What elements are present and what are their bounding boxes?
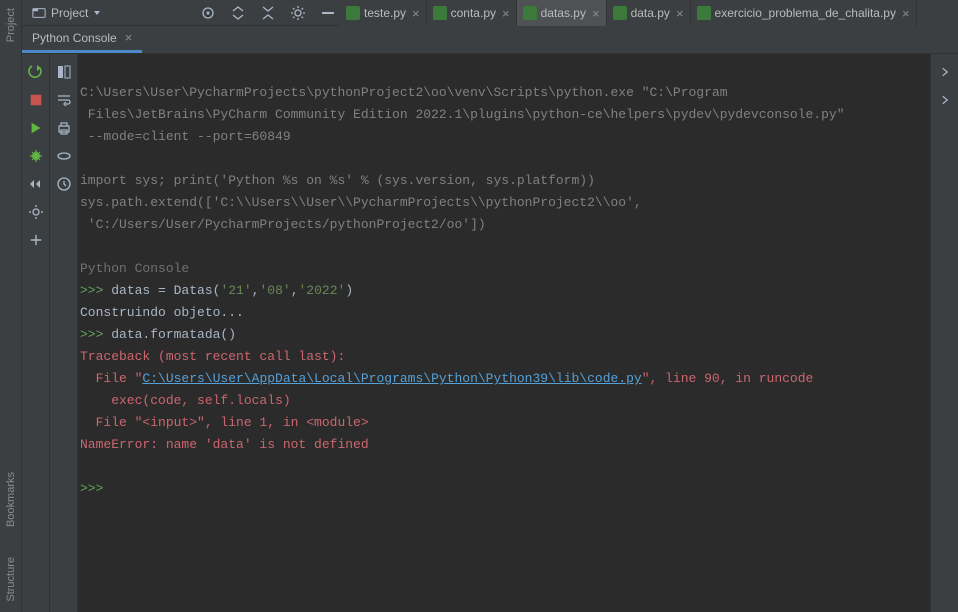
stop-icon[interactable] (28, 92, 44, 108)
close-icon[interactable]: × (676, 6, 684, 21)
project-dropdown[interactable]: Project (22, 0, 111, 26)
chevron-right-icon[interactable] (937, 64, 953, 80)
project-label: Project (51, 6, 88, 20)
python-file-icon (613, 6, 627, 20)
gutter-structure-label[interactable]: Structure (5, 557, 17, 602)
console-line: C:\Users\User\PycharmProjects\pythonProj… (80, 85, 728, 100)
left-tool-gutter: Project Bookmarks Structure (0, 0, 22, 612)
tab-conta[interactable]: conta.py × (427, 0, 517, 26)
python-console-tab[interactable]: Python Console × (22, 25, 142, 53)
print-icon[interactable] (56, 120, 72, 136)
close-icon[interactable]: × (502, 6, 510, 21)
tab-label: datas.py (541, 6, 586, 20)
debug-icon[interactable] (28, 148, 44, 164)
close-icon[interactable]: × (412, 6, 420, 21)
traceback-line: File "C:\Users\User\AppData\Local\Progra… (80, 371, 813, 386)
editor-tabs: teste.py × conta.py × datas.py × data.py… (340, 0, 958, 26)
console-line: sys.path.extend(['C:\\Users\\User\\Pycha… (80, 195, 642, 210)
console-line: Files\JetBrains\PyCharm Community Editio… (80, 107, 845, 122)
python-file-icon (346, 6, 360, 20)
new-console-icon[interactable] (28, 232, 44, 248)
tab-teste[interactable]: teste.py × (340, 0, 427, 26)
rerun-icon[interactable] (28, 64, 44, 80)
console-tab-label: Python Console (32, 31, 117, 45)
console-line: Construindo objeto... (80, 305, 244, 320)
run-icon[interactable] (28, 120, 44, 136)
tab-label: data.py (631, 6, 670, 20)
traceback-line: File "<input>", line 1, in <module> (80, 415, 369, 430)
python-file-icon (697, 6, 711, 20)
console-output[interactable]: C:\Users\User\PycharmProjects\pythonProj… (78, 54, 930, 612)
tab-label: conta.py (451, 6, 496, 20)
history-icon[interactable] (56, 176, 72, 192)
console-line: --mode=client --port=60849 (80, 129, 291, 144)
gutter-project-label[interactable]: Project (5, 8, 17, 42)
console-actions-col1 (22, 54, 50, 612)
console-line: import sys; print('Python %s on %s' % (s… (80, 173, 595, 188)
toolbar-icon-group (200, 0, 336, 26)
collapse-icon[interactable] (260, 5, 276, 21)
show-queue-icon[interactable] (56, 148, 72, 164)
traceback-line: NameError: name 'data' is not defined (80, 437, 369, 452)
traceback-file-link[interactable]: C:\Users\User\AppData\Local\Programs\Pyt… (142, 371, 641, 386)
console-input-line: >>> data.formatada() (80, 327, 236, 342)
soft-wrap-icon[interactable] (56, 92, 72, 108)
close-icon[interactable]: × (902, 6, 910, 21)
tab-datas[interactable]: datas.py × (517, 0, 607, 26)
tab-exercicio[interactable]: exercicio_problema_de_chalita.py × (691, 0, 917, 26)
console-settings-icon[interactable] (28, 204, 44, 220)
minimize-icon[interactable] (320, 5, 336, 21)
traceback-line: Traceback (most recent call last): (80, 349, 345, 364)
expand-icon[interactable] (230, 5, 246, 21)
console-prompt[interactable]: >>> (80, 481, 111, 496)
close-icon[interactable]: × (125, 30, 133, 45)
tool-window-tabs: Python Console × (22, 26, 958, 54)
python-file-icon (523, 6, 537, 20)
traceback-line: exec(code, self.locals) (80, 393, 291, 408)
chevron-down-icon (93, 9, 101, 17)
python-file-icon (433, 6, 447, 20)
right-gutter (930, 54, 958, 612)
chevron-right-icon[interactable] (937, 92, 953, 108)
settings-gear-icon[interactable] (290, 5, 306, 21)
console-actions-col2 (50, 54, 78, 612)
console-header: Python Console (80, 261, 189, 276)
project-icon (32, 6, 46, 20)
console-line: 'C:/Users/User/PycharmProjects/pythonPro… (80, 217, 486, 232)
tab-label: exercicio_problema_de_chalita.py (715, 6, 896, 20)
console-input-line: >>> datas = Datas('21','08','2022') (80, 283, 353, 298)
attach-debugger-icon[interactable] (28, 176, 44, 192)
show-vars-icon[interactable] (56, 64, 72, 80)
tab-data[interactable]: data.py × (607, 0, 691, 26)
target-icon[interactable] (200, 5, 216, 21)
tab-label: teste.py (364, 6, 406, 20)
gutter-bookmarks-label[interactable]: Bookmarks (5, 472, 17, 527)
close-icon[interactable]: × (592, 6, 600, 21)
